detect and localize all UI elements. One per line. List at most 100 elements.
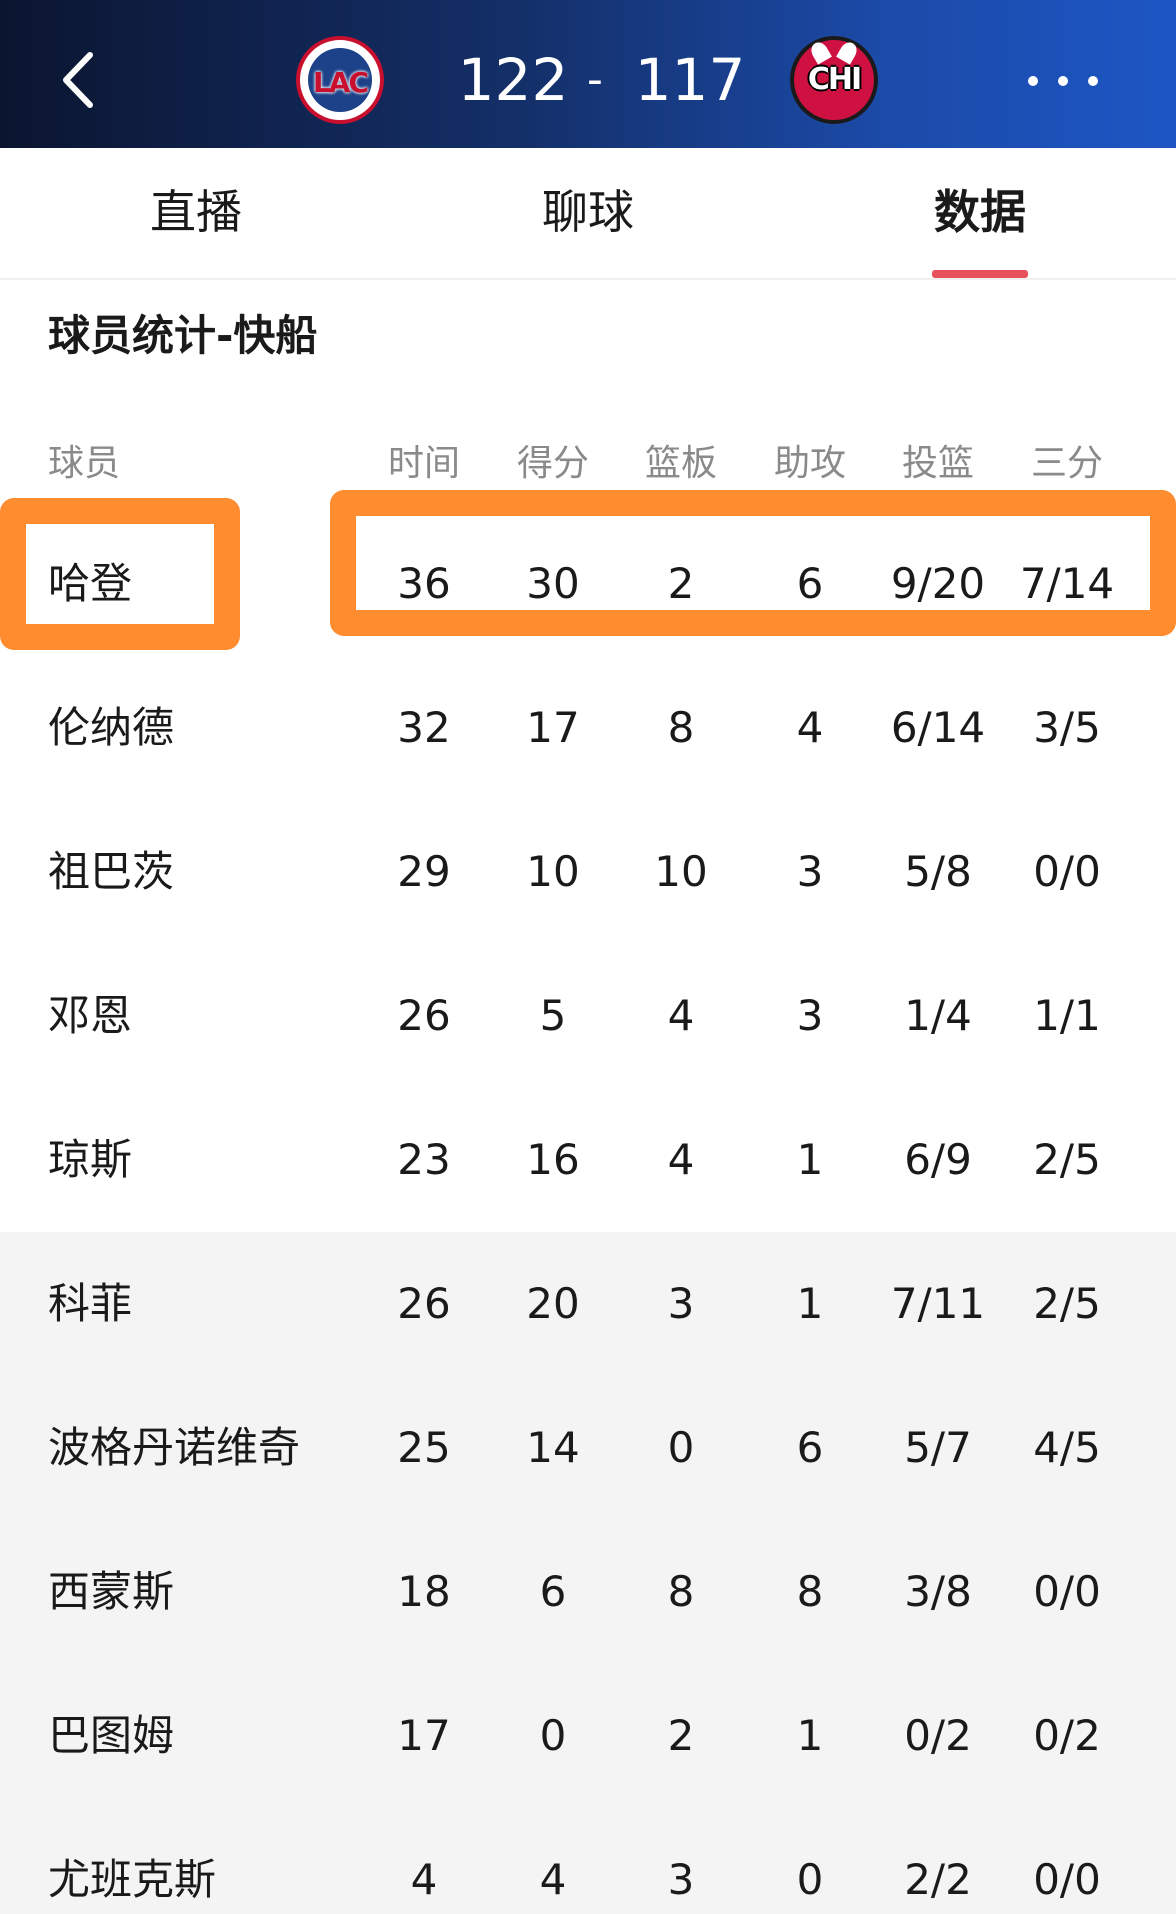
stat-minutes: 25 xyxy=(397,1423,451,1472)
stat-minutes: 32 xyxy=(397,703,451,752)
stat-points: 0 xyxy=(539,1711,567,1760)
stat-ft: 0 xyxy=(1131,1808,1176,1914)
stat-minutes: 23 xyxy=(397,1135,451,1184)
player-name[interactable]: 巴图姆 xyxy=(48,1664,174,1808)
stat-points: 16 xyxy=(526,1135,580,1184)
table-row[interactable]: 伦纳德 32 17 8 4 6/14 3/5 2 xyxy=(0,656,1176,800)
stat-points: 6 xyxy=(539,1567,567,1616)
stat-3pt: 2/5 xyxy=(1033,1279,1101,1328)
stat-assists: 0 xyxy=(796,1855,824,1904)
stat-assists: 1 xyxy=(796,1135,824,1184)
stat-fg: 7/11 xyxy=(890,1279,986,1328)
stat-rebounds: 3 xyxy=(667,1279,695,1328)
back-button[interactable] xyxy=(50,45,110,115)
stat-assists: 6 xyxy=(796,1423,824,1472)
stat-rebounds: 4 xyxy=(667,991,695,1040)
stat-rebounds: 2 xyxy=(667,1711,695,1760)
stat-rebounds: 8 xyxy=(667,703,695,752)
stat-minutes: 18 xyxy=(397,1567,451,1616)
player-name[interactable]: 哈登 xyxy=(48,512,132,656)
stat-assists: 1 xyxy=(796,1279,824,1328)
stat-fg: 9/20 xyxy=(890,559,986,608)
tab-bar: 直播 聊球 数据 xyxy=(0,148,1176,280)
player-name[interactable]: 祖巴茨 xyxy=(48,800,174,944)
stat-assists: 1 xyxy=(796,1711,824,1760)
bull-horn-icon xyxy=(836,39,860,65)
player-name[interactable]: 尤班克斯 xyxy=(48,1808,216,1914)
column-header-minutes[interactable]: 时间 xyxy=(360,434,488,486)
stat-rebounds: 4 xyxy=(667,1135,695,1184)
stat-3pt: 0/2 xyxy=(1033,1711,1101,1760)
column-header-player[interactable]: 球员 xyxy=(48,434,120,486)
more-dots-icon xyxy=(1058,76,1068,86)
column-header-ft[interactable]: 罚 xyxy=(1131,434,1176,486)
stat-fg: 6/14 xyxy=(890,703,986,752)
stat-rebounds: 0 xyxy=(667,1423,695,1472)
stat-3pt: 7/14 xyxy=(1019,559,1115,608)
stat-ft: 0 xyxy=(1131,1376,1176,1520)
stat-ft: 2 xyxy=(1131,656,1176,800)
table-row[interactable]: 邓恩 26 5 4 3 1/4 1/1 2 xyxy=(0,944,1176,1088)
stat-rebounds: 8 xyxy=(667,1567,695,1616)
player-name[interactable]: 伦纳德 xyxy=(48,656,174,800)
stat-fg: 6/9 xyxy=(904,1135,972,1184)
player-name[interactable]: 琼斯 xyxy=(48,1088,132,1232)
stat-assists: 6 xyxy=(796,559,824,608)
table-row[interactable]: 西蒙斯 18 6 8 8 3/8 0/0 0 xyxy=(0,1520,1176,1664)
stat-3pt: 0/0 xyxy=(1033,847,1101,896)
player-name[interactable]: 波格丹诺维奇 xyxy=(48,1376,300,1520)
table-row[interactable]: 哈登 36 30 2 6 9/20 7/14 7 xyxy=(0,512,1176,656)
stat-fg: 0/2 xyxy=(904,1711,972,1760)
player-name[interactable]: 西蒙斯 xyxy=(48,1520,174,1664)
chevron-left-icon xyxy=(63,52,93,108)
away-score: 117 xyxy=(634,46,746,114)
game-header: LAC 122 - 117 CHI xyxy=(0,0,1176,148)
stat-fg: 1/4 xyxy=(904,991,972,1040)
player-name[interactable]: 科菲 xyxy=(48,1232,132,1376)
table-row[interactable]: 科菲 26 20 3 1 7/11 2/5 4 xyxy=(0,1232,1176,1376)
stat-rebounds: 10 xyxy=(654,847,708,896)
table-row[interactable]: 琼斯 23 16 4 1 6/9 2/5 2 xyxy=(0,1088,1176,1232)
score-separator: - xyxy=(587,54,603,105)
stat-fg: 2/2 xyxy=(904,1855,972,1904)
more-options-button[interactable] xyxy=(1028,66,1098,96)
tab-chat[interactable]: 聊球 xyxy=(488,148,688,280)
stat-fg: 3/8 xyxy=(904,1567,972,1616)
stat-3pt: 0/0 xyxy=(1033,1855,1101,1904)
stat-rebounds: 3 xyxy=(667,1855,695,1904)
more-dots-icon xyxy=(1088,76,1098,86)
column-header-assists[interactable]: 助攻 xyxy=(746,434,874,486)
stat-minutes: 17 xyxy=(397,1711,451,1760)
tab-live[interactable]: 直播 xyxy=(96,148,296,280)
stat-ft: 0 xyxy=(1131,1664,1176,1808)
stat-ft: 2 xyxy=(1131,944,1176,1088)
column-header-rebounds[interactable]: 篮板 xyxy=(617,434,745,486)
table-row[interactable]: 波格丹诺维奇 25 14 0 6 5/7 4/5 0 xyxy=(0,1376,1176,1520)
stat-minutes: 26 xyxy=(397,1279,451,1328)
stat-assists: 4 xyxy=(796,703,824,752)
stat-3pt: 2/5 xyxy=(1033,1135,1101,1184)
tab-data[interactable]: 数据 xyxy=(880,148,1080,280)
player-name[interactable]: 邓恩 xyxy=(48,944,132,1088)
stat-3pt: 3/5 xyxy=(1033,703,1101,752)
table-row[interactable]: 尤班克斯 4 4 3 0 2/2 0/0 0 xyxy=(0,1808,1176,1914)
column-header-fg[interactable]: 投篮 xyxy=(874,434,1002,486)
column-header-points[interactable]: 得分 xyxy=(489,434,617,486)
stat-fg: 5/7 xyxy=(904,1423,972,1472)
stat-points: 5 xyxy=(539,991,567,1040)
column-header-3pt[interactable]: 三分 xyxy=(1003,434,1131,486)
table-row[interactable]: 祖巴茨 29 10 10 3 5/8 0/0 0 xyxy=(0,800,1176,944)
home-team-logo[interactable]: LAC xyxy=(296,36,384,124)
table-row[interactable]: 巴图姆 17 0 2 1 0/2 0/2 0 xyxy=(0,1664,1176,1808)
stat-minutes: 29 xyxy=(397,847,451,896)
stat-minutes: 26 xyxy=(397,991,451,1040)
stat-assists: 3 xyxy=(796,847,824,896)
bull-horn-icon xyxy=(808,39,832,65)
stat-rebounds: 2 xyxy=(667,559,695,608)
stat-points: 4 xyxy=(539,1855,567,1904)
stat-minutes: 4 xyxy=(410,1855,438,1904)
stat-ft: 2 xyxy=(1131,1088,1176,1232)
home-score: 122 xyxy=(457,46,569,114)
away-team-logo[interactable]: CHI xyxy=(790,36,878,124)
stat-assists: 3 xyxy=(796,991,824,1040)
